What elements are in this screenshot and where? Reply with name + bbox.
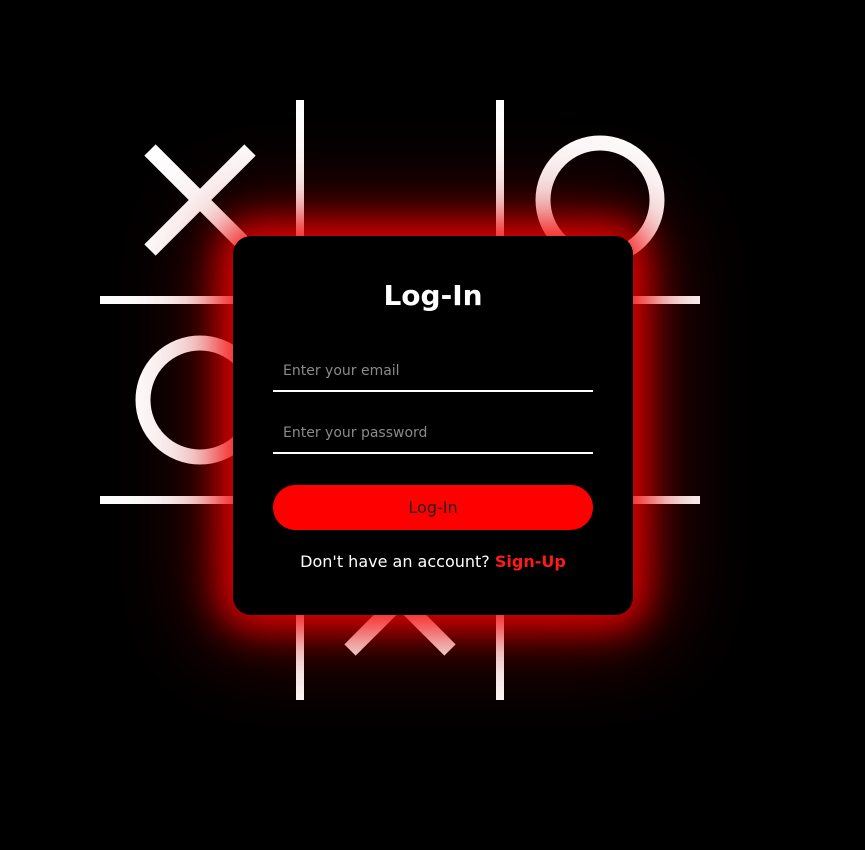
email-field[interactable] — [273, 352, 593, 390]
email-field-wrapper — [273, 352, 593, 392]
signup-link[interactable]: Sign-Up — [495, 552, 566, 571]
signup-prompt-text: Don't have an account? — [300, 552, 490, 571]
login-button[interactable]: Log-In — [273, 485, 593, 530]
login-title: Log-In — [383, 279, 483, 312]
page: Log-In Log-In Don't have an account? Sig… — [0, 0, 865, 850]
password-field-wrapper — [273, 414, 593, 454]
login-card: Log-In Log-In Don't have an account? Sig… — [233, 236, 633, 615]
signup-prompt-row: Don't have an account? Sign-Up — [233, 550, 633, 574]
password-field[interactable] — [273, 414, 593, 452]
x-mark-icon — [144, 144, 256, 256]
